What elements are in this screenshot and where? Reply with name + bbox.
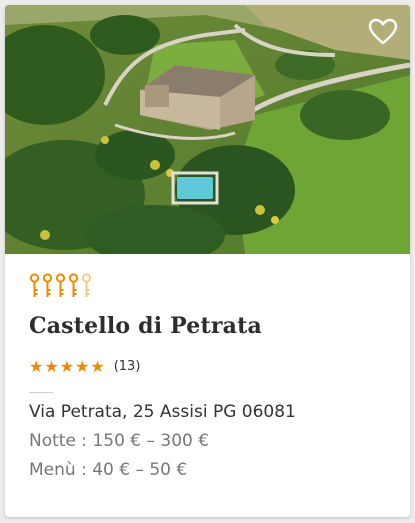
key-icon (29, 273, 40, 297)
menu-price: Menù : 40 € – 50 € (29, 460, 188, 480)
key-icon (81, 273, 92, 297)
listing-card[interactable]: Castello di Petrata ★★★★★ (13) Via Petra… (5, 5, 410, 517)
photo-aerial-castle (5, 5, 410, 254)
review-count[interactable]: (13) (114, 359, 141, 374)
key-rating (29, 273, 390, 299)
listing-photo[interactable] (5, 5, 410, 254)
key-icon (68, 273, 79, 297)
key-icon (55, 273, 66, 297)
address: Via Petrata, 25 Assisi PG 06081 (29, 402, 296, 422)
night-price: Notte : 150 € – 300 € (29, 431, 210, 451)
listing-info: Castello di Petrata ★★★★★ (13) Via Petra… (29, 273, 390, 480)
divider (29, 392, 53, 393)
listing-title[interactable]: Castello di Petrata (29, 313, 390, 339)
key-icon (42, 273, 53, 297)
favorite-button[interactable] (368, 18, 398, 46)
heart-outline-icon (368, 18, 398, 45)
star-rating: ★★★★★ (13) (29, 357, 390, 376)
stars: ★★★★★ (29, 357, 106, 376)
